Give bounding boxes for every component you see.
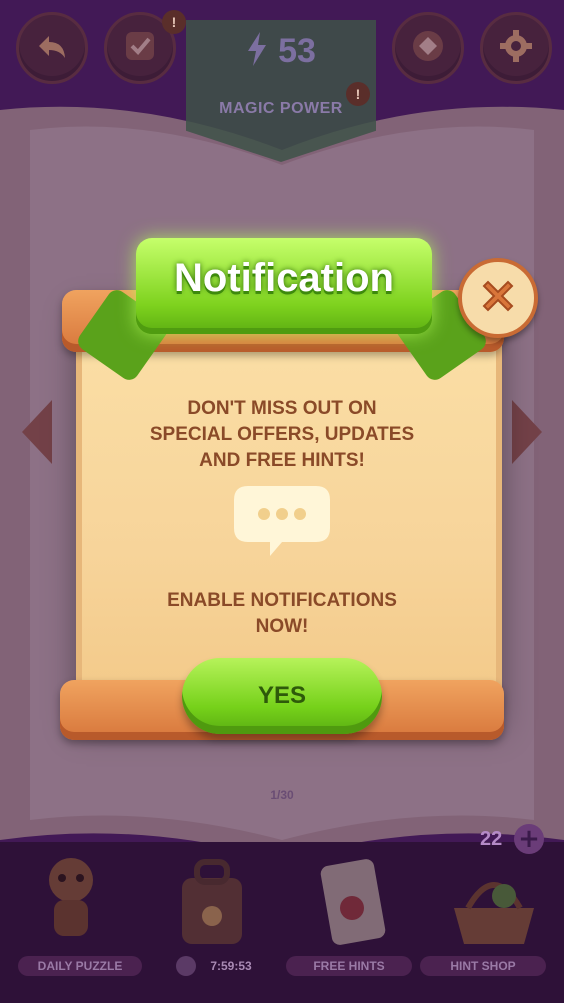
cta-line-1: ENABLE NOTIFICATIONS	[167, 590, 397, 611]
timer-label: 7:59:53	[210, 959, 252, 973]
chat-bubble-icon	[230, 482, 334, 560]
lightning-icon	[246, 32, 268, 75]
basket-icon	[423, 842, 564, 962]
diamond-icon	[410, 28, 446, 68]
voodoo-doll-icon	[0, 842, 141, 962]
film-scroll-icon	[282, 842, 423, 962]
dialog-message: DON'T MISS OUT ON SPECIAL OFFERS, UPDATE…	[110, 396, 454, 474]
enable-notifications-text: ENABLE NOTIFICATIONS NOW!	[110, 588, 454, 640]
back-button[interactable]	[16, 12, 88, 84]
close-icon	[475, 273, 521, 323]
close-button[interactable]	[458, 258, 538, 338]
magic-power-label: MAGIC POWER	[219, 100, 343, 117]
nav-daily-puzzle[interactable]	[0, 842, 141, 1003]
map-button[interactable]	[392, 12, 464, 84]
checkmark-icon	[122, 28, 158, 68]
nav-hint-shop[interactable]	[423, 842, 564, 1003]
nav-free-hints[interactable]	[282, 842, 423, 1003]
tasks-badge: !	[162, 10, 186, 34]
gear-icon	[498, 28, 534, 68]
magic-power-value: 53	[206, 32, 356, 75]
message-line-3: AND FREE HINTS!	[199, 450, 365, 471]
settings-button[interactable]	[480, 12, 552, 84]
yes-button[interactable]: YES	[182, 658, 382, 734]
daily-puzzle-label: DAILY PUZZLE	[18, 956, 142, 976]
nav-locked-chest[interactable]	[141, 842, 282, 1003]
dialog-title: Notification	[174, 256, 394, 300]
magic-power-number: 53	[278, 32, 316, 70]
free-hints-label: FREE HINTS	[286, 956, 412, 976]
back-arrow-icon	[34, 28, 70, 68]
message-line-1: DON'T MISS OUT ON	[187, 398, 377, 419]
cta-line-2: NOW!	[255, 616, 309, 637]
clock-icon	[176, 956, 196, 976]
page-indicator: 1/30	[270, 788, 294, 802]
lock-icon	[141, 842, 282, 962]
hint-shop-label: HINT SHOP	[420, 956, 546, 976]
magic-power-badge: !	[346, 82, 370, 106]
message-line-2: SPECIAL OFFERS, UPDATES	[149, 424, 415, 445]
